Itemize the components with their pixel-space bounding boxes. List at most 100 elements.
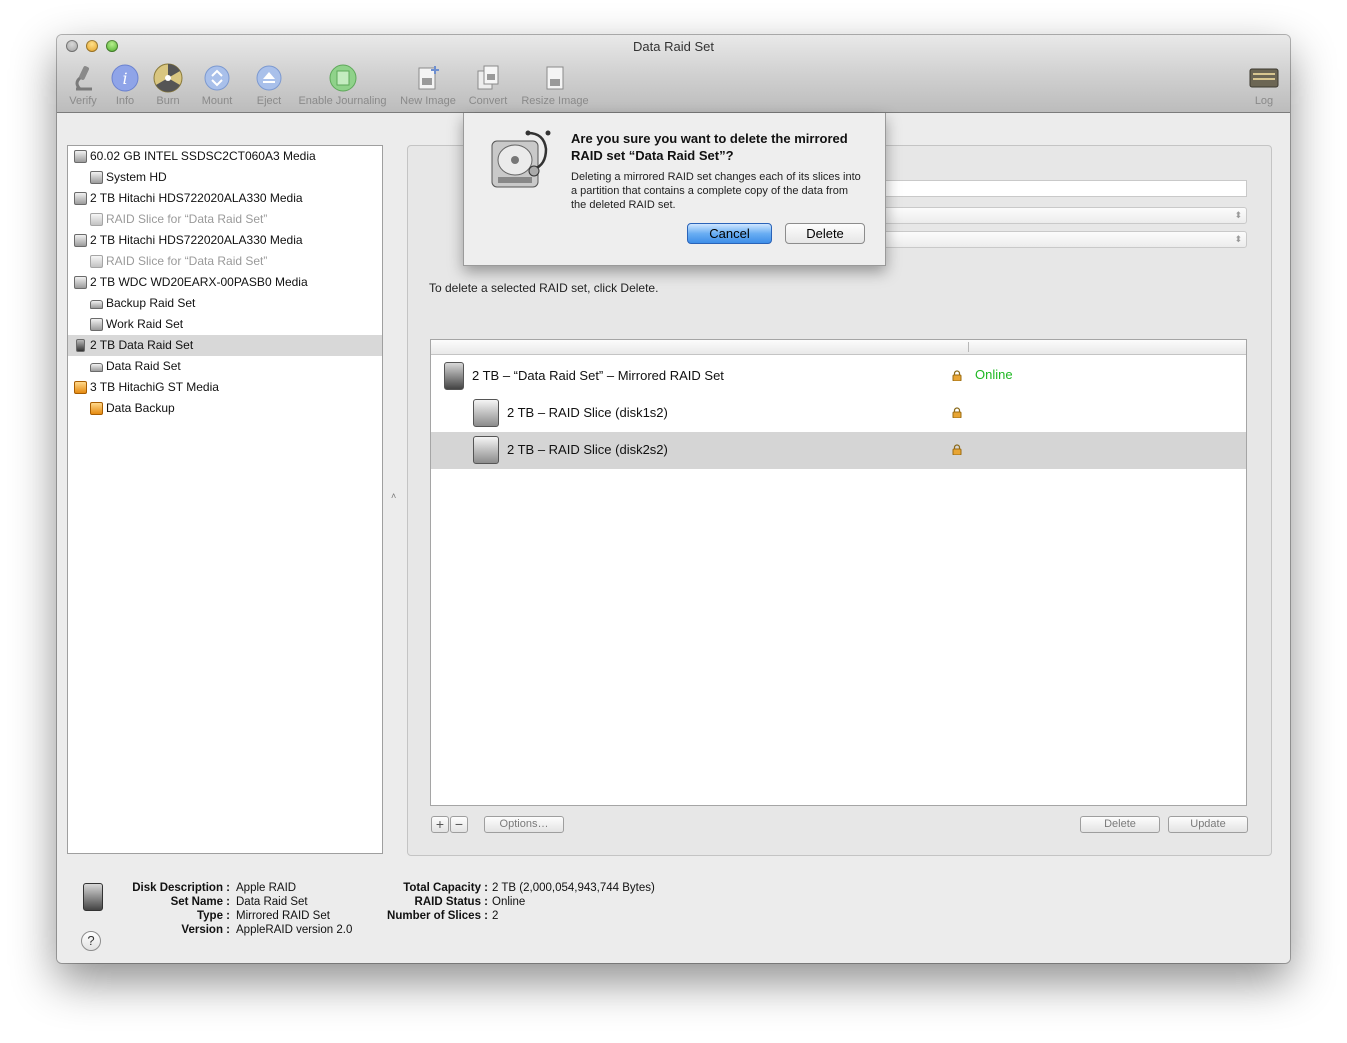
hard-disk-icon bbox=[74, 276, 87, 289]
set-name-label: Set Name : bbox=[170, 896, 230, 908]
volume-icon bbox=[90, 255, 103, 268]
cancel-button[interactable]: Cancel bbox=[687, 223, 772, 244]
confirm-delete-button[interactable]: Delete bbox=[785, 223, 865, 244]
hard-disk-icon bbox=[74, 234, 87, 247]
delete-button[interactable]: Delete bbox=[1080, 816, 1160, 833]
raid-slice-icon bbox=[473, 399, 499, 427]
burn-label: Burn bbox=[156, 95, 180, 107]
sidebar-item-label: 60.02 GB INTEL SSDSC2CT060A3 Media bbox=[90, 149, 316, 163]
version-value: AppleRAID version 2.0 bbox=[236, 924, 353, 936]
titlebar: Data Raid Set Verify i Info Burn Mount E… bbox=[57, 35, 1290, 113]
log-icon bbox=[1249, 68, 1279, 88]
resize-image-button[interactable]: Resize Image bbox=[519, 63, 591, 107]
eject-icon bbox=[256, 65, 282, 91]
resize-image-label: Resize Image bbox=[521, 95, 589, 107]
log-button[interactable]: Log bbox=[1245, 63, 1283, 107]
raid-set-icon bbox=[76, 339, 85, 352]
microscope-icon bbox=[75, 66, 92, 91]
dialog-message: Deleting a mirrored RAID set changes eac… bbox=[571, 171, 861, 211]
external-disk-icon bbox=[74, 381, 87, 394]
new-image-button[interactable]: New Image bbox=[398, 63, 458, 107]
raid-status-label: RAID Status : bbox=[414, 896, 488, 908]
enable-journaling-label: Enable Journaling bbox=[298, 95, 387, 107]
remove-button[interactable]: − bbox=[450, 816, 468, 833]
sidebar-item-label: RAID Slice for “Data Raid Set” bbox=[106, 212, 268, 226]
convert-icon bbox=[477, 65, 499, 90]
log-label: Log bbox=[1254, 95, 1274, 107]
sidebar-item-hitachi-1[interactable]: 2 TB Hitachi HDS722020ALA330 Media bbox=[68, 188, 382, 209]
disk-description-value: Apple RAID bbox=[236, 882, 297, 894]
sidebar-item-label: 2 TB Hitachi HDS722020ALA330 Media bbox=[90, 233, 303, 247]
sidebar-item-hitachig[interactable]: 3 TB HitachiG ST Media bbox=[68, 377, 382, 398]
hard-disk-icon bbox=[74, 150, 87, 163]
raid-type-select[interactable]: ⬍ bbox=[883, 231, 1247, 248]
raid-set-icon bbox=[83, 883, 103, 911]
update-button[interactable]: Update bbox=[1168, 816, 1248, 833]
journaling-icon bbox=[329, 64, 356, 92]
sidebar-item-label: System HD bbox=[106, 170, 167, 184]
volume-icon bbox=[90, 213, 103, 226]
number-of-slices-label: Number of Slices : bbox=[387, 910, 488, 922]
table-row[interactable]: 2 TB – “Data Raid Set” – Mirrored RAID S… bbox=[431, 358, 1246, 395]
burn-button[interactable]: Burn bbox=[151, 63, 185, 107]
raid-status-value: Online bbox=[492, 896, 526, 908]
disk-description-label: Disk Description : bbox=[132, 882, 230, 894]
mount-label: Mount bbox=[201, 95, 233, 107]
sidebar-item-backup-raid-set[interactable]: Backup Raid Set bbox=[68, 293, 382, 314]
set-name-value: Data Raid Set bbox=[236, 896, 308, 908]
sidebar-item-data-raid-set[interactable]: Data Raid Set bbox=[68, 356, 382, 377]
eject-button[interactable]: Eject bbox=[253, 63, 285, 107]
row-status: Online bbox=[975, 367, 1013, 382]
resize-image-icon bbox=[546, 66, 564, 90]
sidebar-item-label: Data Raid Set bbox=[106, 359, 181, 373]
info-icon: i bbox=[111, 64, 139, 92]
sidebar-item-wdc[interactable]: 2 TB WDC WD20EARX-00PASB0 Media bbox=[68, 272, 382, 293]
raid-set-name-field[interactable] bbox=[883, 180, 1247, 197]
raid-volume-icon bbox=[90, 363, 103, 372]
raid-volume-icon bbox=[90, 300, 103, 309]
splitter-handle[interactable]: ˄ bbox=[391, 491, 396, 501]
sidebar-item-label: RAID Slice for “Data Raid Set” bbox=[106, 254, 268, 268]
sidebar-item-system-hd[interactable]: System HD bbox=[68, 167, 382, 188]
verify-button[interactable]: Verify bbox=[66, 63, 100, 107]
delete-instruction: To delete a selected RAID set, click Del… bbox=[429, 281, 659, 295]
sidebar-item-work-raid-set[interactable]: Work Raid Set bbox=[68, 314, 382, 335]
mount-button[interactable]: Mount bbox=[199, 63, 235, 107]
external-volume-icon bbox=[90, 402, 103, 415]
lock-icon bbox=[952, 370, 962, 381]
total-capacity-value: 2 TB (2,000,054,943,744 Bytes) bbox=[492, 882, 655, 894]
enable-journaling-button[interactable]: Enable Journaling bbox=[295, 63, 390, 107]
info-label: Info bbox=[115, 95, 135, 107]
sidebar-item-raid-slice-1[interactable]: RAID Slice for “Data Raid Set” bbox=[68, 209, 382, 230]
new-image-icon bbox=[418, 66, 439, 90]
sidebar-item-label: 2 TB Hitachi HDS722020ALA330 Media bbox=[90, 191, 303, 205]
window-title: Data Raid Set bbox=[633, 39, 714, 54]
sidebar-disk-list[interactable]: 60.02 GB INTEL SSDSC2CT060A3 Media Syste… bbox=[67, 145, 383, 854]
burn-icon bbox=[153, 63, 183, 93]
type-label: Type : bbox=[196, 910, 230, 922]
help-button[interactable]: ? bbox=[81, 931, 101, 951]
add-button[interactable]: + bbox=[431, 816, 449, 833]
new-image-label: New Image bbox=[400, 95, 456, 107]
table-row[interactable]: 2 TB – RAID Slice (disk1s2) bbox=[431, 395, 1246, 432]
convert-button[interactable]: Convert bbox=[465, 63, 511, 107]
info-button[interactable]: i Info bbox=[110, 63, 140, 107]
version-label: Version : bbox=[181, 924, 230, 936]
delete-confirmation-sheet: Are you sure you want to delete the mirr… bbox=[463, 113, 886, 266]
sidebar-item-data-raid-set-disk[interactable]: 2 TB Data Raid Set bbox=[68, 335, 382, 356]
dialog-title: Are you sure you want to delete the mirr… bbox=[571, 131, 848, 163]
raid-members-table[interactable]: 2 TB – “Data Raid Set” – Mirrored RAID S… bbox=[430, 339, 1247, 806]
volume-icon bbox=[90, 171, 103, 184]
raid-set-icon bbox=[444, 362, 464, 390]
sidebar-item-label: 2 TB WDC WD20EARX-00PASB0 Media bbox=[90, 275, 308, 289]
options-button[interactable]: Options… bbox=[484, 816, 564, 833]
convert-label: Convert bbox=[468, 95, 508, 107]
sidebar-item-intel-ssd[interactable]: 60.02 GB INTEL SSDSC2CT060A3 Media bbox=[68, 146, 382, 167]
sidebar-item-data-backup[interactable]: Data Backup bbox=[68, 398, 382, 419]
sidebar-item-hitachi-2[interactable]: 2 TB Hitachi HDS722020ALA330 Media bbox=[68, 230, 382, 251]
sidebar-item-label: 2 TB Data Raid Set bbox=[90, 338, 194, 352]
sidebar-item-raid-slice-2[interactable]: RAID Slice for “Data Raid Set” bbox=[68, 251, 382, 272]
info-bar: Disk Description : Apple RAID Set Name :… bbox=[57, 861, 1290, 963]
format-select[interactable]: ⬍ bbox=[883, 207, 1247, 224]
table-row[interactable]: 2 TB – RAID Slice (disk2s2) bbox=[431, 432, 1246, 469]
